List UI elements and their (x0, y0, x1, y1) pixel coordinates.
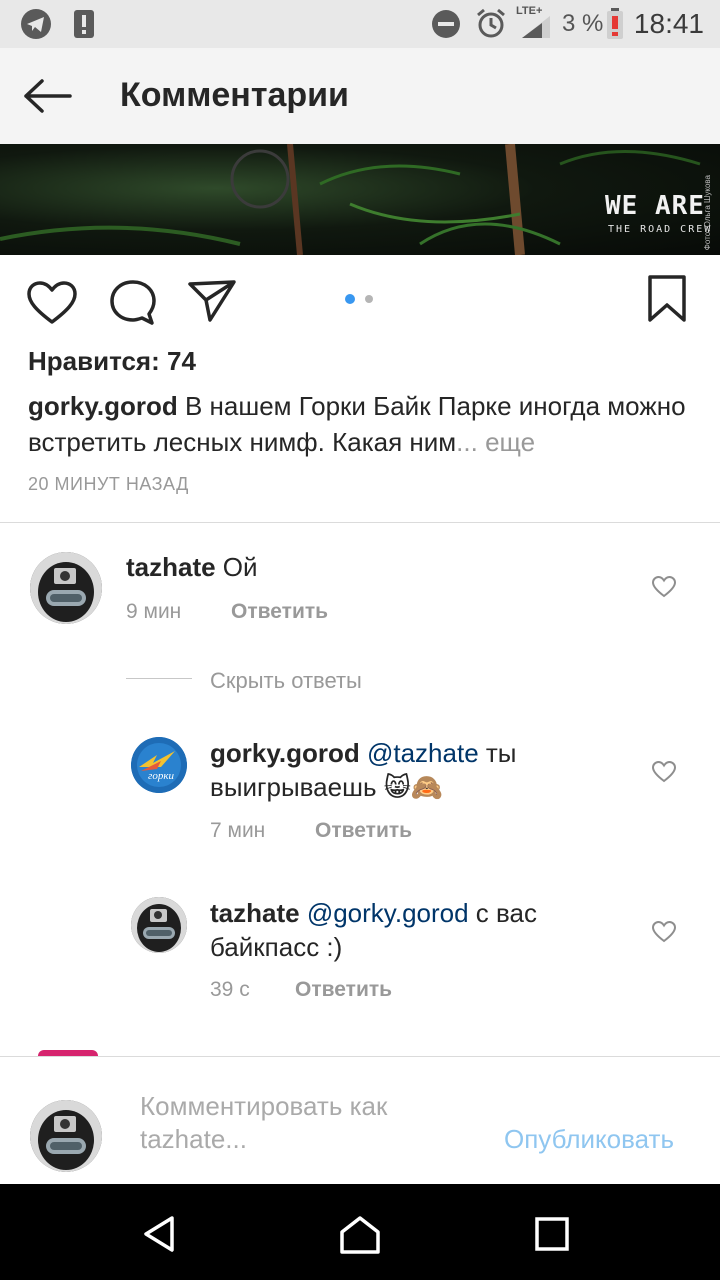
nav-recents-icon[interactable] (534, 1216, 570, 1252)
system-nav-bar (0, 1184, 720, 1280)
caption-ellipsis: ... (456, 427, 478, 457)
page-title: Комментарии (120, 76, 349, 114)
hide-replies-button[interactable]: Скрыть ответы (210, 668, 362, 694)
mention-link[interactable]: @tazhate (367, 738, 479, 768)
carousel-dot-active (345, 294, 355, 304)
caption-author[interactable]: gorky.gorod (28, 391, 178, 421)
comment-time: 9 мин (126, 600, 182, 623)
reply-text: gorky.gorod @tazhate ты выигрываешь 😸🙈 (210, 736, 610, 804)
reply-button[interactable]: Ответить (231, 600, 328, 624)
carousel-dot (365, 295, 373, 303)
app-header: Комментарии (0, 48, 720, 144)
comment-text: tazhate Ой (126, 550, 606, 584)
alarm-icon (477, 8, 505, 38)
back-arrow-icon[interactable] (22, 78, 74, 114)
reply-button[interactable]: Ответить (295, 978, 392, 1002)
avatar-gorky-text: горки (148, 770, 174, 782)
likes-count[interactable]: Нравится: 74 (28, 346, 196, 377)
status-bar: LTE+ 3 % 18:41 (0, 0, 720, 48)
reply-time: 39 с (210, 978, 250, 1001)
do-not-disturb-icon (432, 10, 460, 38)
battery-percent: 3 % (562, 10, 604, 37)
heart-icon[interactable] (26, 280, 78, 326)
heart-icon[interactable] (651, 920, 677, 944)
reply-button[interactable]: Ответить (315, 819, 412, 843)
post-time: 20 МИНУТ НАЗАД (28, 474, 189, 494)
heart-icon[interactable] (651, 575, 677, 599)
clock: 18:41 (633, 8, 704, 39)
comment-body: Ой (215, 552, 258, 582)
reply-username[interactable]: tazhate (210, 898, 300, 928)
hide-replies-line (126, 678, 192, 679)
composer-divider (0, 1056, 720, 1057)
reply-username[interactable]: gorky.gorod (210, 738, 360, 768)
publish-button[interactable]: Опубликовать (504, 1124, 674, 1155)
divider (0, 522, 720, 523)
banner-logo: WE ARE (605, 191, 705, 221)
avatar-tazhate-image (131, 897, 187, 953)
alert-icon (74, 10, 94, 38)
telegram-icon (21, 9, 51, 39)
share-icon[interactable] (186, 278, 238, 324)
photo-credit: Фото: Ольга Шукова (703, 175, 712, 251)
comment-username[interactable]: tazhate (126, 552, 216, 582)
reply-text: tazhate @gorky.gorod с вас байкпасс :) (210, 896, 610, 964)
battery-low-icon (607, 8, 623, 39)
avatar[interactable] (30, 552, 102, 624)
banner-logo-subtext: THE ROAD CREW (608, 224, 713, 235)
reply-time: 7 мин (210, 819, 266, 842)
comment-icon[interactable] (108, 278, 158, 328)
composer-avatar (30, 1100, 102, 1172)
avatar-gorky-image: горки (131, 737, 187, 793)
avatar[interactable] (131, 897, 187, 953)
signal-icon (522, 16, 550, 38)
more-link[interactable]: еще (478, 427, 535, 457)
mention-link[interactable]: @gorky.gorod (307, 898, 469, 928)
nav-back-icon[interactable] (140, 1214, 180, 1254)
avatar[interactable]: горки (131, 737, 187, 793)
nav-home-icon[interactable] (338, 1214, 382, 1256)
heart-icon[interactable] (651, 760, 677, 784)
comment-input[interactable]: Комментировать как tazhate... (140, 1090, 470, 1156)
bookmark-icon[interactable] (646, 274, 688, 324)
post-caption: gorky.gorod В нашем Горки Байк Парке ино… (28, 388, 688, 460)
avatar-tazhate-image (30, 552, 102, 624)
avatar-tazhate-image (30, 1100, 102, 1172)
